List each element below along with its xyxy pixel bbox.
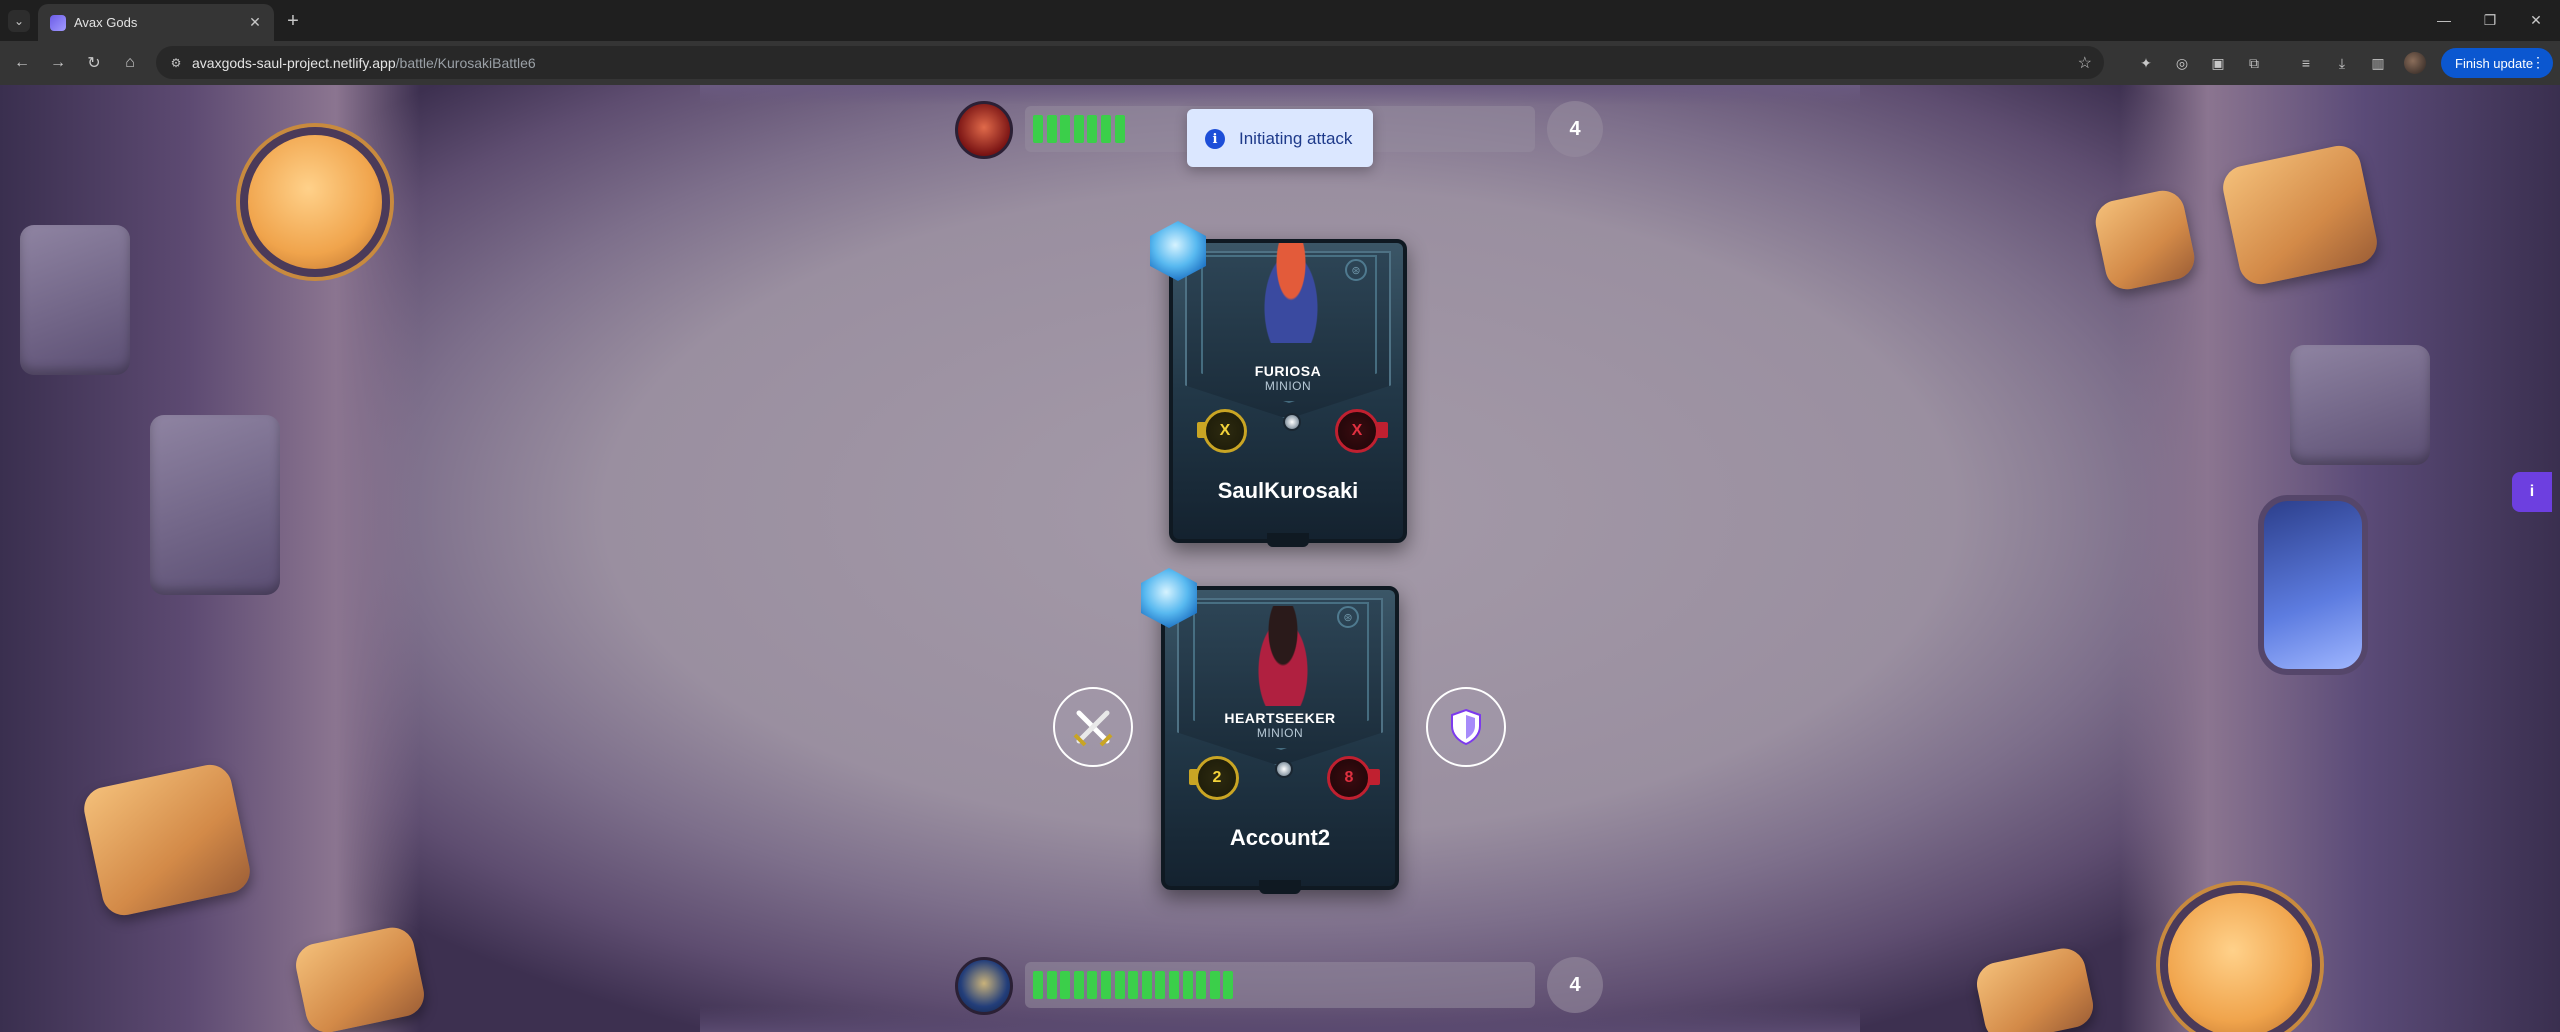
- info-icon: i: [1205, 129, 1225, 149]
- downloads-icon[interactable]: ⤓: [2332, 53, 2352, 73]
- arena-bottom-rim: [700, 1006, 1860, 1032]
- health-segment: [1114, 115, 1125, 143]
- health-segment: [1033, 971, 1043, 999]
- defense-stat: 8: [1327, 756, 1371, 800]
- attack-stat: 2: [1195, 756, 1239, 800]
- card-owner: Account2: [1229, 825, 1331, 850]
- toast-notification: i Initiating attack: [1187, 109, 1373, 167]
- battleground: 4 i Initiating attack ⊛ FURIOSA MINION X…: [0, 85, 2560, 1032]
- crystal-decoration: [2258, 495, 2368, 675]
- attack-button[interactable]: [1053, 687, 1133, 767]
- crossed-swords-icon: [1073, 710, 1113, 747]
- furiosa-character-art: [1259, 243, 1323, 343]
- extension-icon[interactable]: ▣: [2208, 53, 2228, 73]
- tab-title: Avax Gods: [74, 15, 138, 30]
- card-bottom-tab: [1267, 533, 1309, 547]
- health-segment: [1128, 971, 1139, 999]
- close-icon[interactable]: ✕: [246, 13, 264, 31]
- health-segment: [1182, 971, 1193, 999]
- url-host: avaxgods-saul-project.netlify.app: [192, 55, 396, 71]
- site-info-icon[interactable]: ⚙: [168, 55, 184, 71]
- attack-stat: X: [1203, 409, 1247, 453]
- extension-icon[interactable]: ✦: [2136, 53, 2156, 73]
- player-card[interactable]: ⊛ HEARTSEEKER MINION 2 8 Account2: [1161, 586, 1399, 894]
- home-icon[interactable]: ⌂: [118, 51, 142, 75]
- extension-icon[interactable]: ⧉: [2244, 53, 2264, 73]
- media-icon[interactable]: ≡: [2296, 53, 2316, 73]
- health-segment: [1087, 971, 1098, 999]
- health-segment: [1046, 971, 1057, 999]
- card-name: FURIOSA: [1254, 363, 1322, 379]
- health-segment: [1114, 971, 1125, 999]
- arena-top-rim: [700, 85, 1860, 105]
- info-icon: i: [2529, 483, 2535, 500]
- orb-decoration: [240, 127, 390, 277]
- finish-update-button[interactable]: Finish update ⋮: [2441, 48, 2553, 78]
- card-name: HEARTSEEKER: [1224, 710, 1336, 726]
- card-owner: SaulKurosaki: [1217, 478, 1359, 503]
- health-segment: [1101, 971, 1111, 999]
- url-text[interactable]: avaxgods-saul-project.netlify.app/battle…: [192, 55, 536, 71]
- restore-icon[interactable]: ❐: [2476, 8, 2504, 32]
- plus-icon[interactable]: +: [282, 10, 304, 32]
- tab-list-icon[interactable]: ⌄: [8, 10, 30, 32]
- card-type: MINION: [1264, 379, 1312, 393]
- shield-icon: [1451, 708, 1481, 746]
- heartseeker-character-art: [1251, 606, 1315, 706]
- health-segment: [1223, 971, 1234, 999]
- address-bar[interactable]: ⚙ avaxgods-saul-project.netlify.app/batt…: [156, 46, 2104, 79]
- card-bottom-tab: [1259, 880, 1301, 894]
- player-health-count: 4: [1547, 957, 1603, 1013]
- health-segment: [1046, 115, 1057, 143]
- rune-icon: ⊛: [1345, 259, 1367, 281]
- forward-icon[interactable]: →: [46, 51, 70, 75]
- card-type: MINION: [1256, 726, 1304, 740]
- health-segment: [1155, 971, 1166, 999]
- toolbar: ← → ↻ ⌂ ⚙ avaxgods-saul-project.netlify.…: [0, 41, 2560, 85]
- enemy-card[interactable]: ⊛ FURIOSA MINION X X SaulKurosaki: [1169, 239, 1407, 547]
- health-segment: [1209, 971, 1220, 999]
- tab-favicon-icon: [50, 15, 66, 31]
- url-path: /battle/KurosakiBattle6: [395, 55, 536, 71]
- health-segment: [1141, 971, 1152, 999]
- stone-decoration: [2290, 345, 2430, 465]
- close-window-icon[interactable]: ✕: [2522, 8, 2550, 32]
- tab-bar: ⌄ Avax Gods ✕ + — ❐ ✕: [0, 0, 2560, 41]
- rune-icon: ⊛: [1337, 606, 1359, 628]
- back-icon[interactable]: ←: [10, 51, 34, 75]
- browser-tab[interactable]: Avax Gods ✕: [38, 4, 274, 41]
- star-icon[interactable]: ☆: [2078, 53, 2092, 73]
- card-center-gem: [1283, 413, 1301, 431]
- game-info-button[interactable]: i: [2512, 472, 2552, 512]
- orb-decoration: [2160, 885, 2320, 1032]
- card-center-gem: [1275, 760, 1293, 778]
- enemy-avatar: [955, 101, 1013, 159]
- health-segment: [1073, 971, 1084, 999]
- health-segment: [1196, 971, 1207, 999]
- minimize-icon[interactable]: —: [2430, 8, 2458, 32]
- rock-decoration: [1972, 944, 2098, 1032]
- extension-icon[interactable]: ◎: [2172, 53, 2192, 73]
- finish-update-label: Finish update: [2455, 55, 2534, 71]
- reload-icon[interactable]: ↻: [82, 51, 106, 75]
- health-segment: [1073, 115, 1084, 143]
- health-segment: [1101, 115, 1111, 143]
- menu-icon[interactable]: ⋮: [2531, 54, 2545, 71]
- toast-message: Initiating attack: [1239, 129, 1353, 148]
- side-panel-icon[interactable]: ▥: [2368, 53, 2388, 73]
- stone-decoration: [150, 415, 280, 595]
- defend-button[interactable]: [1426, 687, 1506, 767]
- profile-avatar[interactable]: [2404, 52, 2426, 74]
- stone-decoration: [20, 225, 130, 375]
- player-avatar: [955, 957, 1013, 1015]
- health-segment: [1087, 115, 1098, 143]
- health-segment: [1060, 115, 1071, 143]
- health-segment: [1033, 115, 1043, 143]
- enemy-health-count: 4: [1547, 101, 1603, 157]
- health-segment: [1060, 971, 1071, 999]
- defense-stat: X: [1335, 409, 1379, 453]
- health-segment: [1169, 971, 1179, 999]
- player-health-bar: [1025, 962, 1535, 1008]
